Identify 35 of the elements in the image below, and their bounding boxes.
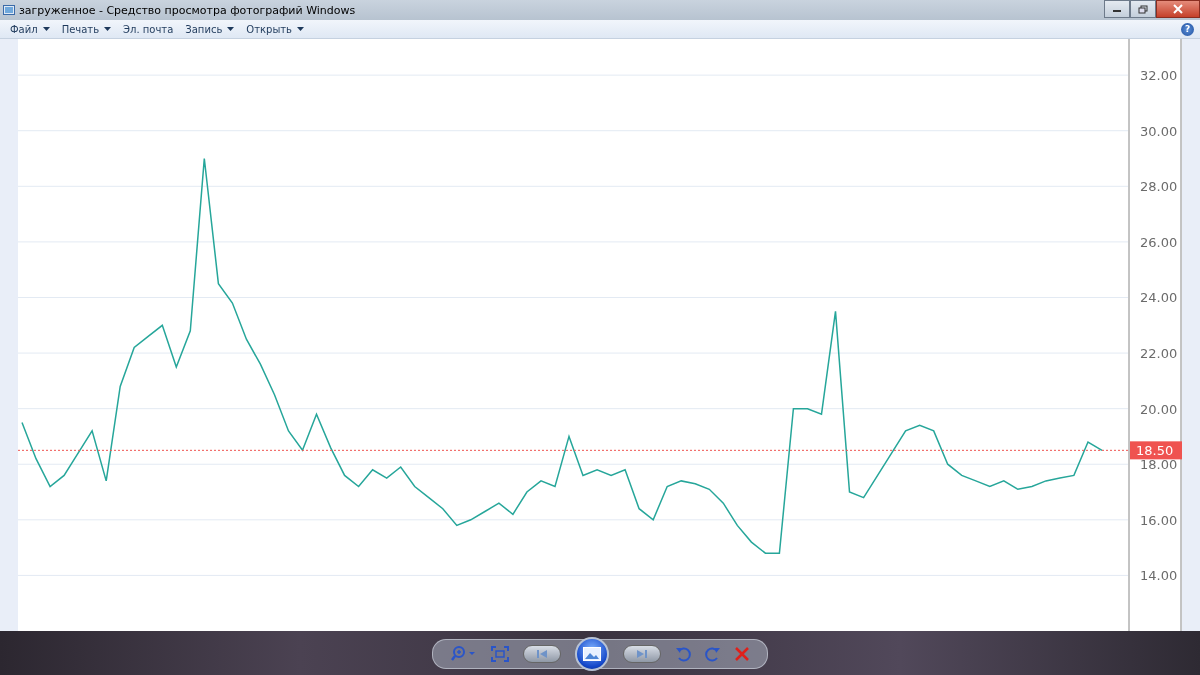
app-icon: [3, 5, 15, 15]
caret-icon: [104, 27, 112, 31]
next-button[interactable]: [623, 644, 661, 663]
close-icon: [1172, 4, 1184, 14]
help-button[interactable]: ?: [1181, 22, 1194, 36]
axis-label: 22.00: [1140, 346, 1178, 362]
ref-line-label: 18.50: [1136, 443, 1174, 459]
menu-item[interactable]: Эл. почта: [117, 21, 180, 37]
axis-label: 28.00: [1140, 179, 1178, 195]
previous-icon: [536, 648, 548, 659]
axis-label: 24.00: [1140, 290, 1178, 306]
caret-icon: [297, 27, 304, 31]
restore-button[interactable]: [1130, 0, 1156, 18]
restore-icon: [1138, 4, 1148, 14]
previous-button[interactable]: [523, 644, 561, 663]
caret-icon: [42, 27, 50, 31]
menu-item[interactable]: Файл: [4, 21, 56, 37]
window-title: загруженное - Средство просмотра фотографий Windows: [19, 3, 357, 17]
menu-item[interactable]: Запись: [179, 21, 241, 37]
slideshow-button[interactable]: [575, 636, 609, 671]
axis-label: 20.00: [1140, 401, 1178, 417]
axis-label: 14.00: [1140, 568, 1178, 584]
axis-label: 30.00: [1140, 123, 1178, 139]
next-icon: [636, 648, 648, 659]
axis-label: 16.00: [1140, 512, 1178, 528]
caret-icon: [227, 27, 235, 31]
menu-item[interactable]: Печать: [55, 21, 118, 37]
menu-item[interactable]: Открыть: [240, 21, 310, 37]
picture-icon: [583, 646, 601, 661]
axis-label: 26.00: [1140, 234, 1178, 250]
axis-label: 18.00: [1140, 457, 1178, 473]
axis-label: 32.00: [1140, 68, 1178, 84]
price-tag: 18.50: [1130, 441, 1182, 460]
close-button[interactable]: [1156, 0, 1200, 18]
minimize-button[interactable]: [1104, 0, 1130, 18]
